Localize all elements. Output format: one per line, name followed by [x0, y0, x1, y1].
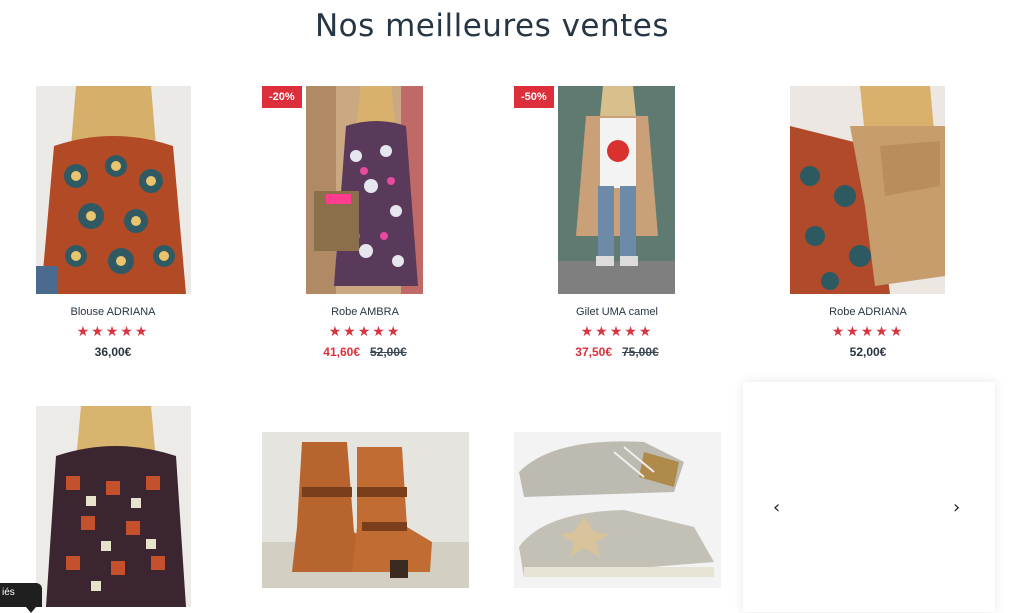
- product-name[interactable]: Gilet UMA camel: [517, 306, 717, 318]
- product-name[interactable]: Robe ADRIANA: [768, 306, 968, 318]
- product-slider-panel: ‹ ›: [743, 382, 995, 612]
- price: 36,00€: [94, 345, 132, 359]
- product-name[interactable]: Blouse ADRIANA: [13, 306, 213, 318]
- product-image-boots[interactable]: [262, 432, 469, 588]
- old-price: 52,00€: [370, 345, 407, 359]
- product-image[interactable]: [306, 86, 423, 294]
- section-title: Nos meilleures ventes: [314, 8, 670, 44]
- product-price: 37,50€ 75,00€: [517, 345, 717, 359]
- floating-tab[interactable]: iés: [0, 583, 42, 613]
- product-name[interactable]: Robe AMBRA: [265, 306, 465, 318]
- slider-next-button[interactable]: ›: [953, 497, 960, 518]
- product-image[interactable]: [558, 86, 675, 294]
- sale-price: 41,60€: [323, 345, 360, 359]
- discount-badge: -50%: [514, 86, 554, 108]
- rating-stars: ★★★★★: [328, 323, 402, 339]
- sale-price: 37,50€: [575, 345, 612, 359]
- discount-badge: -20%: [262, 86, 302, 108]
- rating-stars: ★★★★★: [831, 323, 905, 339]
- product-image[interactable]: [790, 86, 945, 294]
- product-image-blouse-pattern[interactable]: [36, 406, 191, 607]
- rating-stars: ★★★★★: [580, 323, 654, 339]
- old-price: 75,00€: [622, 345, 659, 359]
- slider-prev-button[interactable]: ‹: [773, 497, 780, 518]
- rating-stars: ★★★★★: [76, 323, 150, 339]
- product-price: 36,00€: [13, 345, 213, 359]
- product-price: 52,00€: [768, 345, 968, 359]
- product-image-sneakers[interactable]: [514, 432, 721, 588]
- price: 52,00€: [849, 345, 887, 359]
- product-price: 41,60€ 52,00€: [265, 345, 465, 359]
- product-image[interactable]: [36, 86, 191, 294]
